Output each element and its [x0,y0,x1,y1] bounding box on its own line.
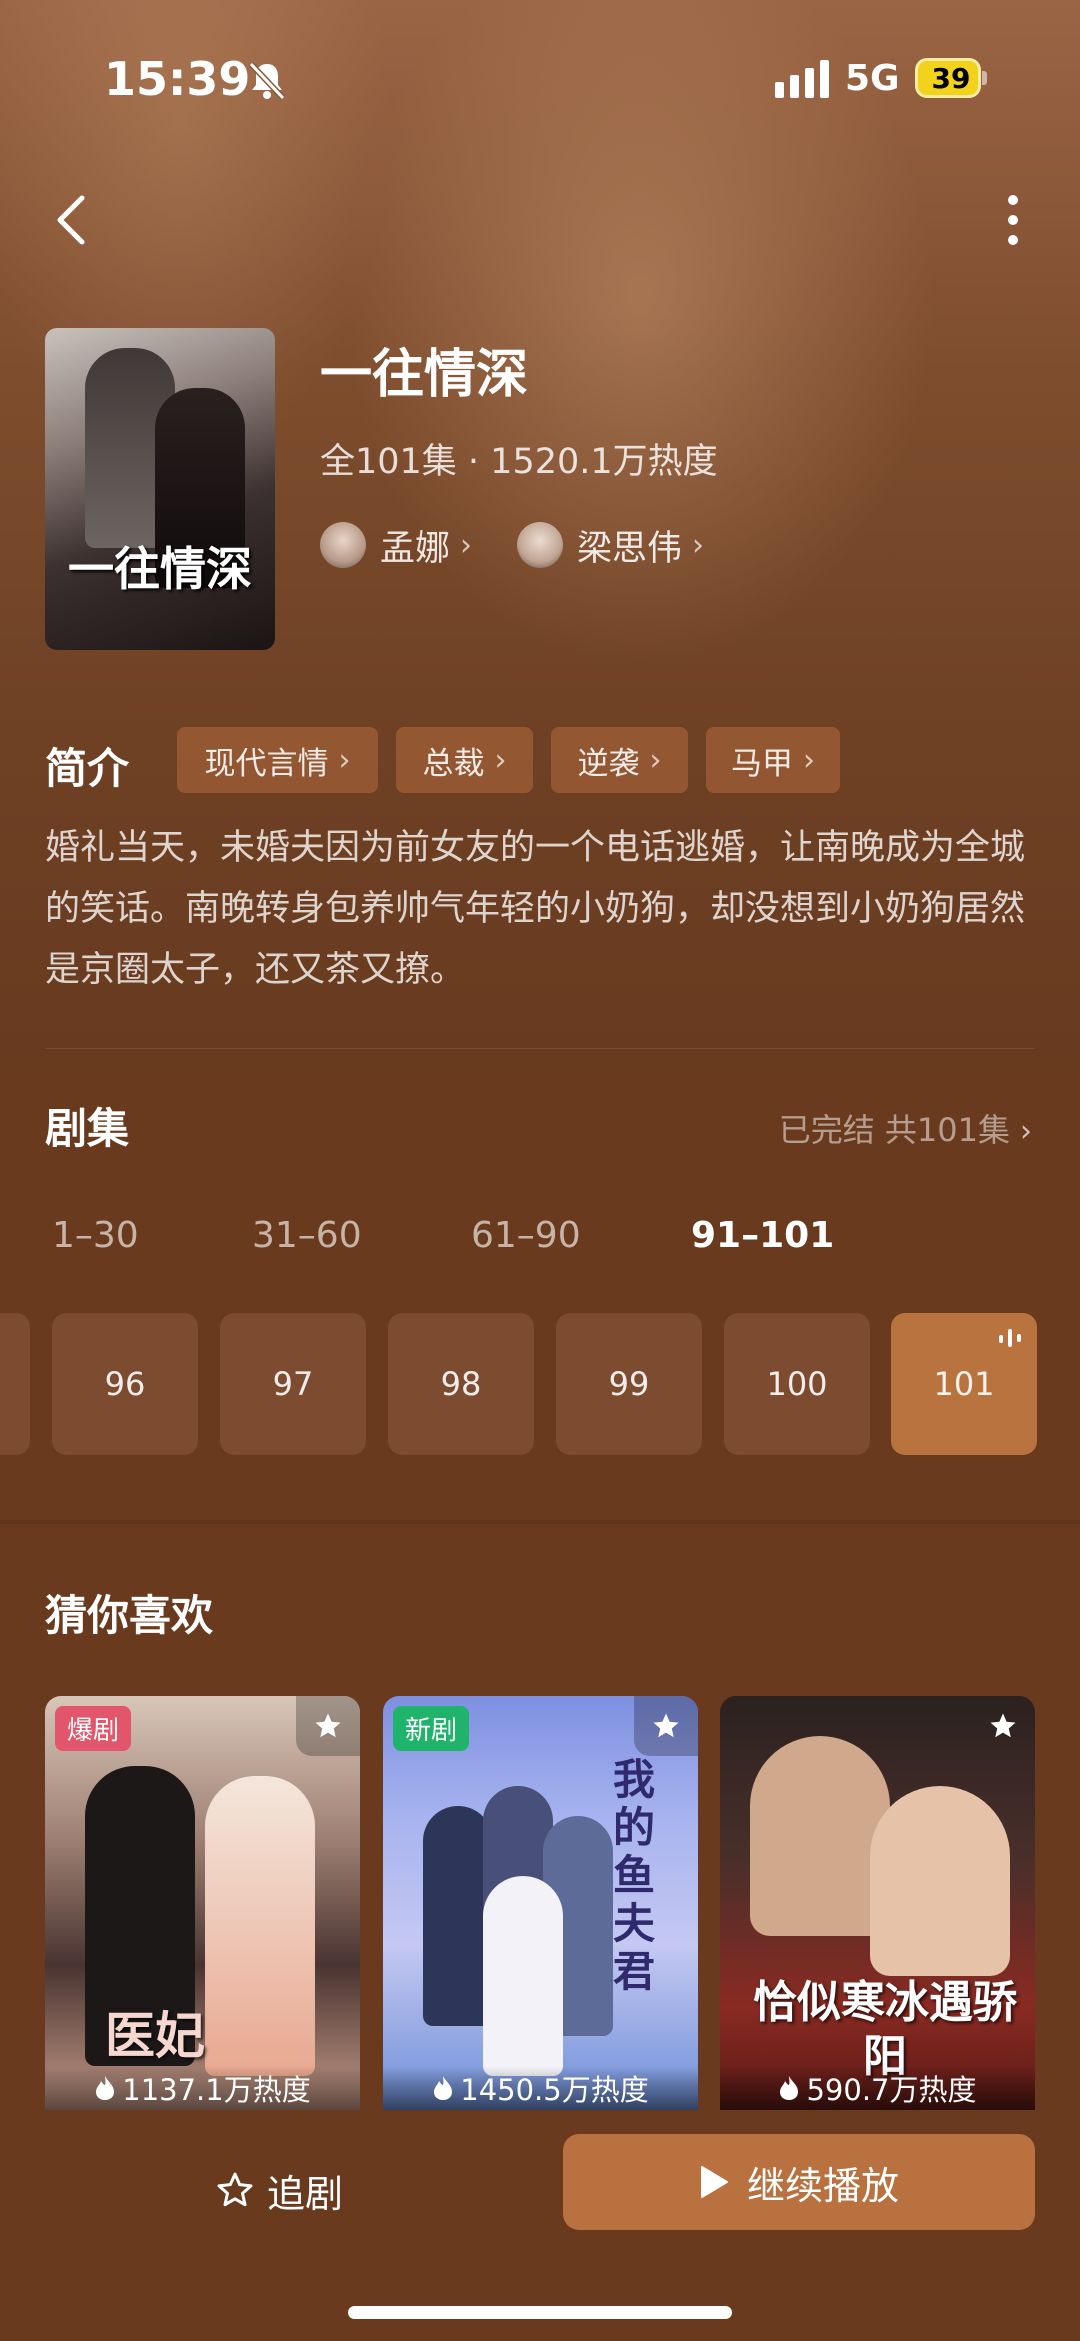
chevron-right-icon: › [803,742,815,778]
favorite-star-icon[interactable] [971,1696,1035,1756]
favorite-star-icon[interactable] [296,1696,360,1756]
chevron-right-icon: › [649,742,662,778]
synopsis: 婚礼当天，未婚夫因为前女友的一个电话逃婚，让南晚成为全城的笑话。南晚转身包养帅气… [45,828,1026,990]
recommend-card[interactable]: 我的鱼夫君 新剧 1450.5万热度 [383,1696,698,2110]
bell-off-icon [248,61,286,101]
intro-label: 简介 [45,744,130,793]
chevron-right-icon: › [692,527,705,563]
status-time: 15:39 [104,52,251,106]
star-outline-icon [217,2172,253,2207]
heat-value: 1137.1万热度 [122,2073,311,2107]
network-label: 5G [845,58,900,99]
home-indicator[interactable] [348,2306,732,2319]
chevron-right-icon: › [1020,1114,1032,1149]
tag-label: 总裁 [422,745,485,782]
playing-indicator-icon [999,1329,1021,1347]
tag-chip[interactable]: 马甲 › [706,727,840,793]
poster-title: 医妃 [105,2006,205,2065]
heat-label: 1450.5万热度 [383,2066,698,2110]
tag-label: 马甲 [731,745,793,782]
episodes-label: 剧集 [45,1104,130,1153]
play-label: 继续播放 [746,2163,899,2208]
tag-label: 现代言情 [204,745,329,782]
chevron-right-icon: › [460,527,473,563]
recommend-label: 猜你喜欢 [45,1591,214,1640]
episodes-status: 已完结 共101集 [778,1111,1010,1149]
heat-value: 590.7万热度 [806,2073,977,2107]
episode-cell[interactable]: 100 [724,1313,870,1455]
episode-cell-current[interactable]: 101 [891,1313,1037,1455]
status-bar: 15:39 5G 39 [0,0,1080,150]
actor-name: 孟娜 [380,528,451,569]
signal-icon [775,60,829,98]
section-separator [0,1520,1080,1524]
actor-name: 梁思伟 [577,528,683,569]
drama-meta: 全101集 · 1520.1万热度 [320,442,718,482]
range-tab[interactable]: 31–60 [252,1215,362,1256]
back-icon[interactable] [48,190,98,250]
heat-value: 1450.5万热度 [460,2073,649,2107]
avatar [517,522,563,568]
drama-title: 一往情深 [320,345,529,405]
continue-play-button[interactable]: 继续播放 [563,2134,1035,2230]
more-options-icon[interactable] [998,190,1028,250]
recommend-card[interactable]: 恰似寒冰遇骄阳 590.7万热度 [720,1696,1035,2110]
flame-icon [96,2076,115,2100]
chevron-right-icon: › [338,742,351,778]
hot-badge: 爆剧 [55,1706,132,1751]
flame-icon [780,2076,799,2100]
episode-cell[interactable]: 99 [556,1313,702,1455]
range-tab[interactable]: 1–30 [52,1215,139,1256]
tag-chip[interactable]: 现代言情 › [177,727,378,793]
tag-label: 逆袭 [577,745,640,782]
heat-label: 590.7万热度 [720,2066,1035,2110]
episode-cell[interactable]: 96 [52,1313,198,1455]
avatar [320,522,366,568]
tag-chip[interactable]: 逆袭 › [551,727,688,793]
episode-cell-partial[interactable] [0,1313,30,1455]
tag-chip[interactable]: 总裁 › [396,727,533,793]
follow-label: 追剧 [267,2171,344,2216]
battery-level: 39 [931,62,971,95]
divider [45,1048,1035,1049]
favorite-star-icon[interactable] [634,1696,698,1756]
actor-link[interactable]: 梁思伟 › [517,520,704,570]
chevron-right-icon: › [494,742,507,778]
heat-label: 1137.1万热度 [45,2066,360,2110]
actor-link[interactable]: 孟娜 › [320,520,472,570]
new-badge: 新剧 [393,1706,470,1751]
follow-button[interactable]: 追剧 [215,2155,343,2225]
drama-poster[interactable]: 一往情深 [45,328,275,650]
recommend-card[interactable]: 医妃 爆剧 1137.1万热度 [45,1696,360,2110]
poster-title: 一往情深 [68,542,252,596]
episode-number: 101 [933,1365,995,1403]
battery-icon: 39 [915,58,987,98]
poster-title: 我的鱼夫君 [613,1755,656,1996]
play-icon [700,2166,728,2198]
episodes-status-link[interactable]: 已完结 共101集 › [779,1105,1032,1151]
range-tab[interactable]: 61–90 [471,1215,581,1256]
range-tab-active[interactable]: 91–101 [691,1215,834,1256]
episode-cell[interactable]: 98 [388,1313,534,1455]
flame-icon [434,2076,453,2100]
episode-cell[interactable]: 97 [220,1313,366,1455]
